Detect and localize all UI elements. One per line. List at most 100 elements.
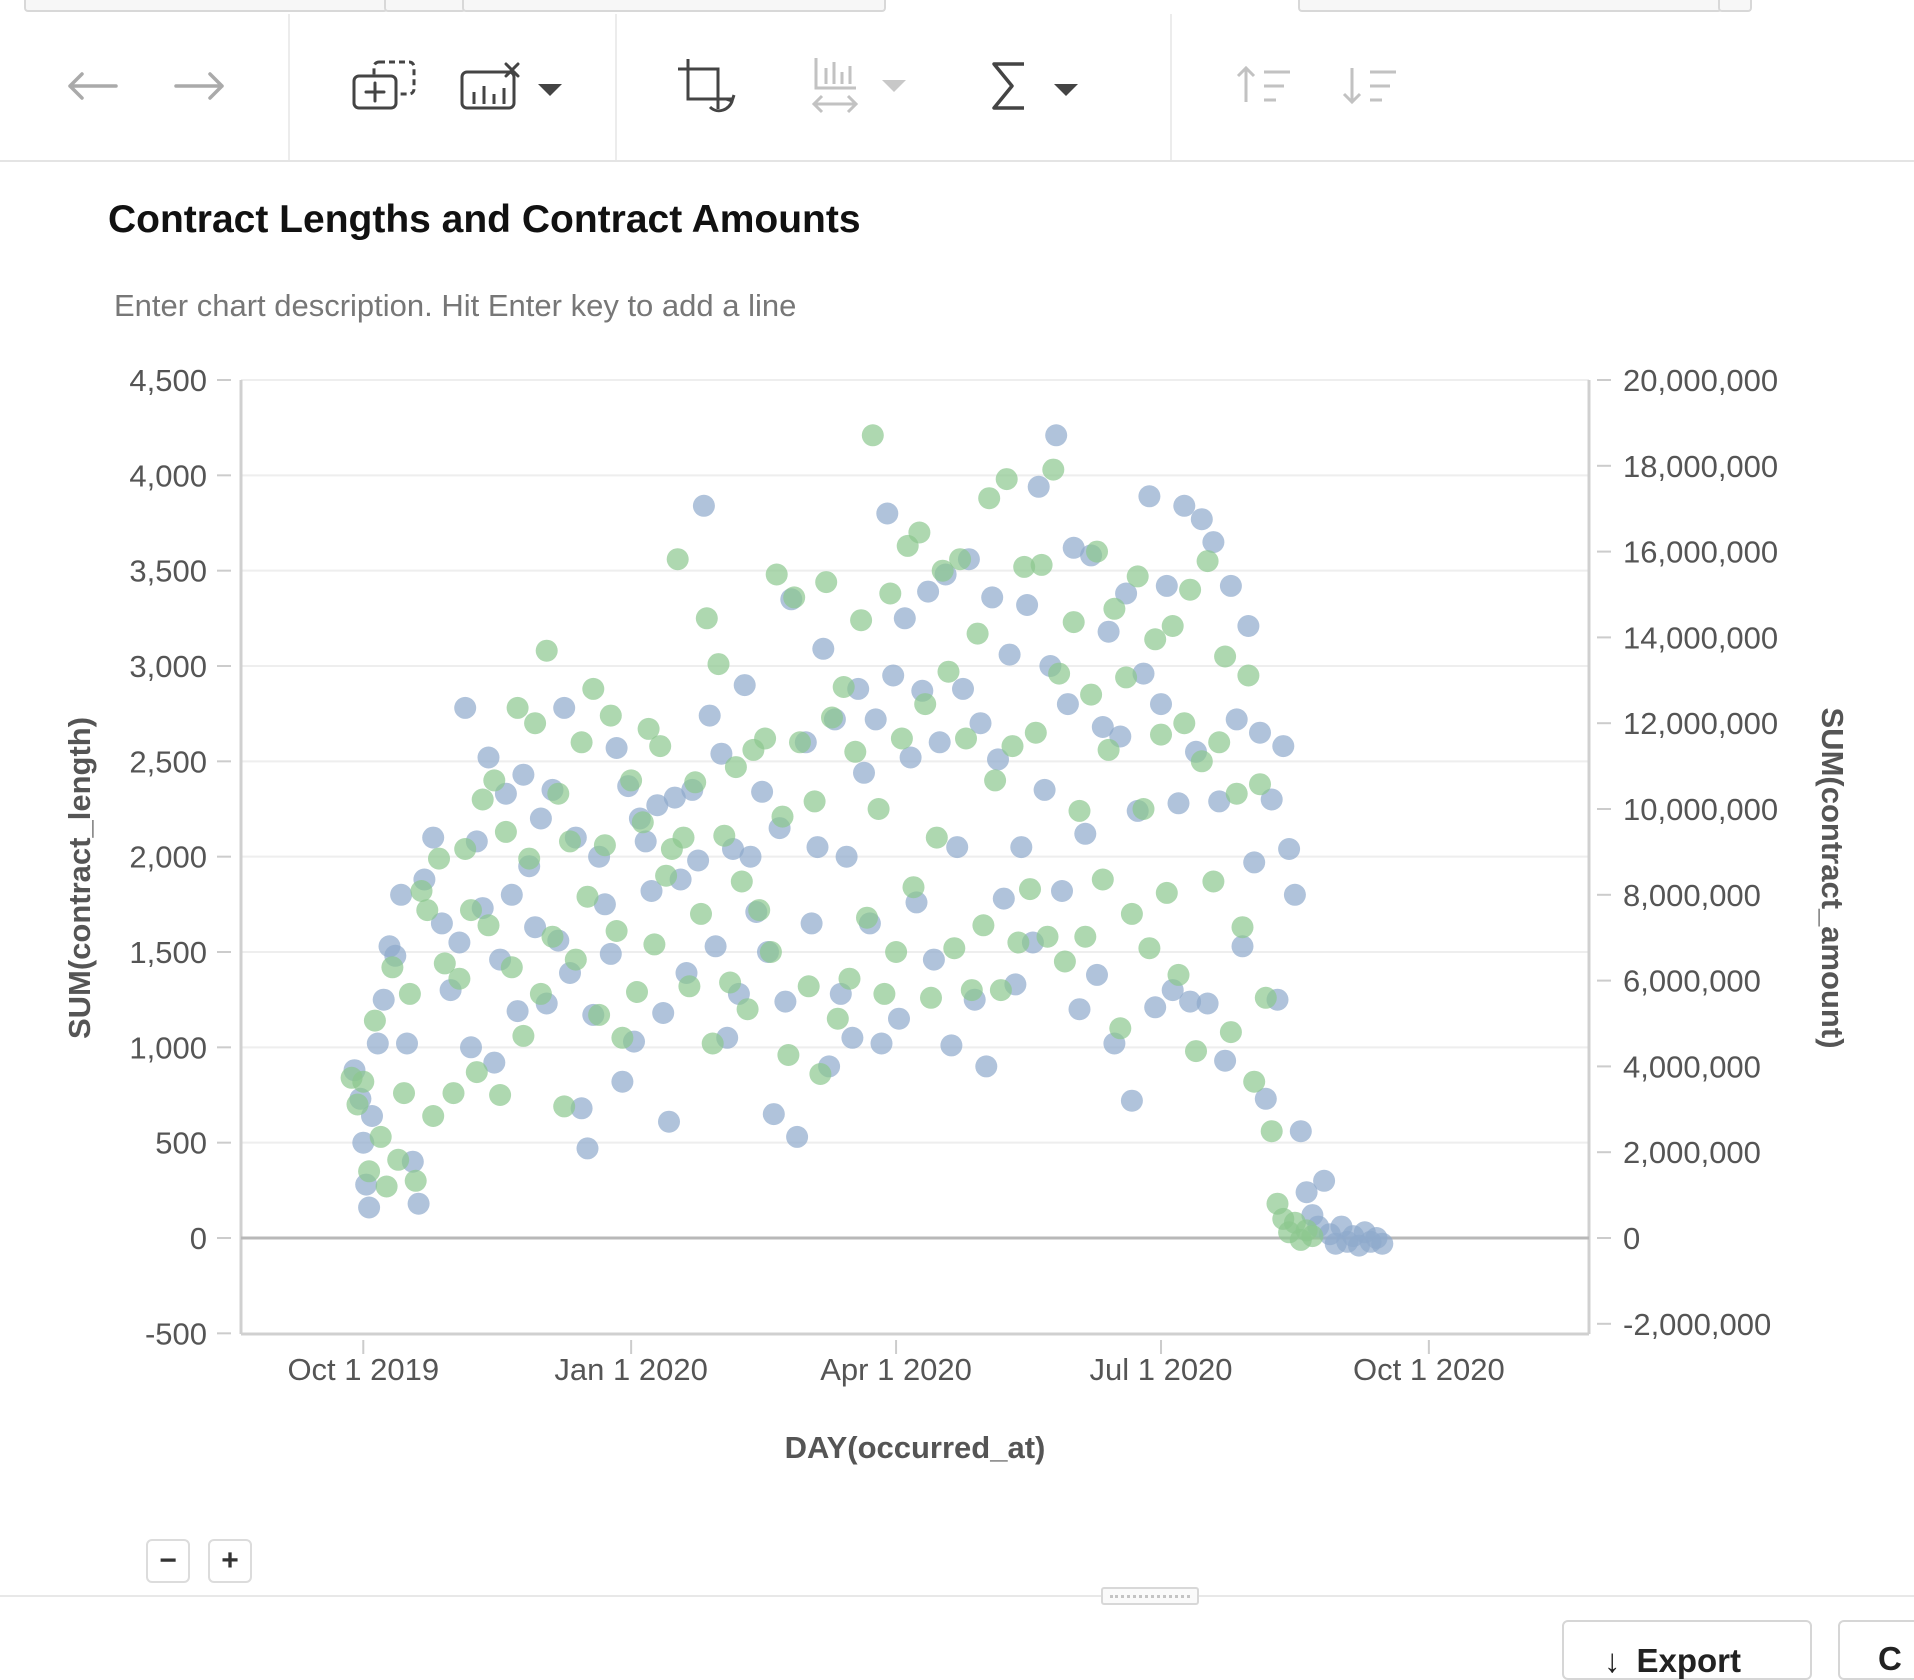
data-point-series-2[interactable]	[678, 975, 701, 998]
data-point-series-1[interactable]	[1097, 620, 1120, 643]
data-point-series-2[interactable]	[1208, 731, 1231, 754]
data-point-series-2[interactable]	[489, 1084, 512, 1106]
data-point-series-2[interactable]	[1062, 611, 1085, 634]
data-point-series-2[interactable]	[1179, 578, 1202, 601]
data-point-series-2[interactable]	[1161, 615, 1184, 637]
data-point-series-2[interactable]	[416, 899, 439, 922]
data-point-series-1[interactable]	[739, 845, 762, 868]
data-point-series-2[interactable]	[375, 1175, 398, 1198]
data-point-series-1[interactable]	[1219, 574, 1242, 597]
data-point-series-2[interactable]	[442, 1082, 465, 1105]
data-point-series-2[interactable]	[471, 788, 494, 811]
data-point-series-1[interactable]	[1231, 935, 1254, 958]
data-point-series-2[interactable]	[719, 971, 742, 994]
data-point-series-1[interactable]	[1196, 992, 1219, 1015]
data-point-series-2[interactable]	[972, 914, 995, 937]
data-point-series-2[interactable]	[966, 622, 989, 645]
data-point-series-2[interactable]	[1030, 553, 1053, 576]
data-point-series-1[interactable]	[922, 948, 945, 971]
data-point-series-1[interactable]	[1202, 531, 1225, 554]
data-point-series-2[interactable]	[352, 1070, 375, 1093]
data-point-series-2[interactable]	[454, 838, 477, 860]
data-point-series-1[interactable]	[806, 836, 829, 859]
data-point-series-1[interactable]	[835, 845, 858, 868]
data-point-series-2[interactable]	[1019, 878, 1041, 901]
zoom-in-button[interactable]: +	[208, 1539, 252, 1583]
data-point-series-2[interactable]	[643, 933, 666, 956]
data-point-series-1[interactable]	[500, 883, 523, 906]
data-point-series-2[interactable]	[873, 982, 896, 1005]
data-point-series-1[interactable]	[1068, 998, 1091, 1021]
data-point-series-2[interactable]	[666, 548, 689, 571]
data-point-series-1[interactable]	[762, 1103, 785, 1126]
data-point-series-2[interactable]	[1138, 937, 1161, 960]
data-point-series-2[interactable]	[1190, 750, 1213, 773]
undo-button[interactable]	[58, 54, 126, 118]
data-point-series-2[interactable]	[765, 563, 788, 586]
data-point-series-2[interactable]	[483, 769, 506, 792]
tab-edge[interactable]	[1298, 0, 1722, 12]
data-point-series-2[interactable]	[1249, 773, 1271, 796]
data-point-series-1[interactable]	[1010, 836, 1033, 859]
data-point-series-2[interactable]	[1254, 986, 1277, 1009]
data-point-series-1[interactable]	[1051, 880, 1073, 902]
data-point-series-2[interactable]	[494, 820, 517, 843]
data-point-series-2[interactable]	[902, 876, 925, 899]
data-point-series-2[interactable]	[518, 847, 541, 870]
data-point-series-1[interactable]	[1150, 693, 1172, 716]
data-point-series-1[interactable]	[599, 942, 622, 965]
data-point-series-2[interactable]	[1167, 963, 1190, 986]
data-point-series-2[interactable]	[576, 885, 599, 908]
data-point-series-1[interactable]	[1045, 424, 1068, 447]
data-point-series-2[interactable]	[943, 937, 966, 960]
data-point-series-2[interactable]	[1109, 1017, 1132, 1040]
data-point-series-2[interactable]	[422, 1105, 445, 1127]
data-point-series-2[interactable]	[631, 811, 654, 834]
data-point-series-1[interactable]	[1278, 838, 1301, 860]
data-point-series-2[interactable]	[815, 571, 838, 594]
data-point-series-1[interactable]	[864, 708, 887, 731]
data-point-series-1[interactable]	[422, 826, 445, 849]
data-point-series-2[interactable]	[500, 956, 523, 979]
data-point-series-2[interactable]	[1080, 683, 1103, 706]
data-point-series-1[interactable]	[1289, 1120, 1312, 1143]
data-point-series-1[interactable]	[1086, 963, 1108, 986]
data-point-series-1[interactable]	[698, 704, 721, 727]
data-point-series-2[interactable]	[1103, 597, 1126, 620]
data-point-series-2[interactable]	[777, 1044, 800, 1066]
data-point-series-2[interactable]	[672, 826, 695, 849]
data-point-series-1[interactable]	[899, 746, 922, 769]
data-point-series-1[interactable]	[1243, 851, 1266, 874]
data-point-series-2[interactable]	[564, 948, 587, 971]
data-point-series-2[interactable]	[695, 607, 718, 630]
data-point-series-2[interactable]	[1155, 881, 1178, 904]
data-point-series-1[interactable]	[407, 1192, 430, 1215]
data-point-series-2[interactable]	[1091, 868, 1114, 891]
data-point-series-1[interactable]	[576, 1137, 599, 1160]
data-point-series-1[interactable]	[366, 1032, 389, 1055]
data-point-series-2[interactable]	[448, 967, 471, 990]
data-point-series-2[interactable]	[838, 967, 861, 990]
data-point-series-2[interactable]	[995, 468, 1018, 491]
data-point-series-2[interactable]	[1185, 1040, 1207, 1063]
data-point-series-2[interactable]	[1042, 458, 1065, 481]
data-point-series-2[interactable]	[410, 880, 433, 902]
data-point-series-1[interactable]	[952, 677, 974, 700]
data-point-series-2[interactable]	[908, 521, 931, 544]
data-point-series-2[interactable]	[713, 824, 736, 847]
data-point-series-2[interactable]	[730, 870, 753, 893]
data-point-series-2[interactable]	[879, 582, 902, 605]
clear-chart-button[interactable]	[452, 54, 570, 118]
data-point-series-2[interactable]	[428, 847, 450, 870]
data-point-series-1[interactable]	[1313, 1169, 1336, 1192]
data-point-series-2[interactable]	[404, 1169, 427, 1192]
data-point-series-2[interactable]	[759, 941, 782, 963]
data-point-series-1[interactable]	[506, 1000, 529, 1023]
data-point-series-2[interactable]	[541, 925, 564, 948]
data-point-series-2[interactable]	[593, 834, 616, 857]
data-point-series-2[interactable]	[861, 424, 884, 447]
data-point-series-2[interactable]	[655, 864, 678, 887]
data-point-series-2[interactable]	[1024, 721, 1047, 744]
data-point-series-2[interactable]	[1237, 664, 1260, 687]
data-point-series-2[interactable]	[1036, 925, 1059, 948]
